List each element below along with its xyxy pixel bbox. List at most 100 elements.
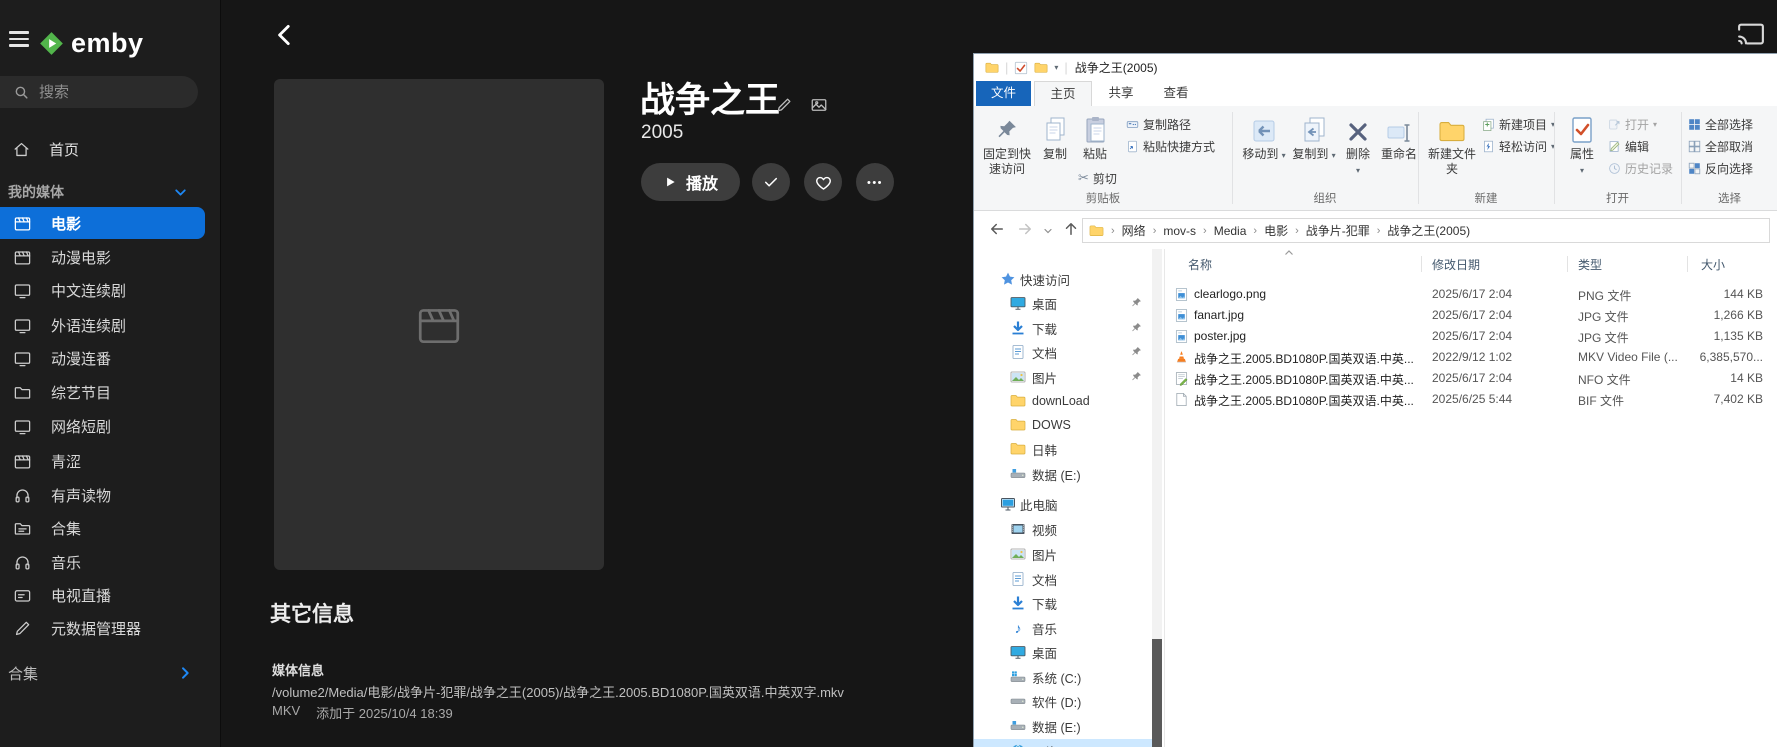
tab-file[interactable]: 文件: [976, 81, 1031, 106]
nav-documents[interactable]: 文档: [974, 340, 1162, 364]
copy-to-button[interactable]: 复制到 ▾: [1290, 110, 1338, 190]
file-row-fanart[interactable]: fanart.jpg 2025/6/17 2:04 JPG 文件 1,266 K…: [1164, 305, 1774, 326]
breadcrumb-item[interactable]: 战争之王(2005): [1387, 222, 1470, 239]
column-divider[interactable]: [1687, 256, 1688, 272]
back-nav-icon[interactable]: [988, 220, 1006, 238]
easy-access-button[interactable]: 轻松访问 ▾: [1482, 136, 1555, 156]
nav-dows-folder[interactable]: DOWS: [974, 413, 1162, 437]
mark-played-button[interactable]: [752, 163, 790, 201]
column-divider[interactable]: [1421, 256, 1422, 272]
recent-locations-caret[interactable]: [1042, 225, 1054, 237]
cut-button[interactable]: ✂ 剪切: [1078, 168, 1117, 188]
edit-metadata-button[interactable]: [775, 96, 795, 116]
sidebar-item-collections[interactable]: 合集: [0, 512, 205, 544]
sidebar-item-foreign-series[interactable]: 外语连续剧: [0, 309, 205, 341]
file-row-nfo[interactable]: 战争之王.2005.BD1080P.国英双语.中英... 2025/6/17 2…: [1164, 368, 1774, 389]
column-header-date[interactable]: 修改日期: [1432, 256, 1480, 273]
new-folder-button[interactable]: 新建文件夹: [1426, 110, 1478, 190]
paste-shortcut-button[interactable]: 粘贴快捷方式: [1126, 136, 1215, 156]
nav-videos[interactable]: 视频: [974, 517, 1162, 541]
nav-system-drive[interactable]: 系统 (C:): [974, 665, 1162, 689]
forward-nav-icon[interactable]: [1016, 220, 1034, 238]
move-to-button[interactable]: 移动到 ▾: [1240, 110, 1288, 190]
nav-data-drive[interactable]: 数据 (E:): [974, 714, 1162, 738]
nav-this-pc[interactable]: 此电脑: [974, 492, 1162, 516]
rename-button[interactable]: 重命名: [1376, 110, 1422, 190]
column-header-type[interactable]: 类型: [1578, 256, 1602, 273]
tab-view[interactable]: 查看: [1150, 81, 1202, 106]
select-all-button[interactable]: 全部选择: [1688, 114, 1753, 134]
column-divider[interactable]: [1567, 256, 1568, 272]
nav-desktop-pc[interactable]: 桌面: [974, 640, 1162, 664]
sidebar-item-live-tv[interactable]: 电视直播: [0, 579, 205, 611]
file-row-bif[interactable]: 战争之王.2005.BD1080P.国英双语.中英... 2025/6/25 5…: [1164, 389, 1774, 410]
breadcrumb-item[interactable]: mov-s: [1163, 224, 1196, 238]
copy-button[interactable]: 复制: [1036, 110, 1074, 190]
breadcrumb-item[interactable]: 电影: [1264, 222, 1288, 239]
nav-downloads[interactable]: 下载: [974, 316, 1162, 340]
nav-music[interactable]: ♪ 音乐: [974, 616, 1162, 640]
edit-images-button[interactable]: [810, 96, 830, 116]
nav-documents-pc[interactable]: 文档: [974, 567, 1162, 591]
new-item-button[interactable]: 新建项目 ▾: [1482, 114, 1555, 134]
nav-download-folder[interactable]: downLoad: [974, 389, 1162, 413]
sidebar-item-anime-series[interactable]: 动漫连番: [0, 342, 205, 374]
sidebar-item-chinese-series[interactable]: 中文连续剧: [0, 274, 205, 306]
favorite-button[interactable]: [804, 163, 842, 201]
sidebar-item-music[interactable]: 音乐: [0, 546, 205, 578]
sidebar-item-home[interactable]: 首页: [0, 133, 221, 165]
tab-share[interactable]: 共享: [1095, 81, 1147, 106]
sidebar-item-metadata-manager[interactable]: 元数据管理器: [0, 612, 205, 644]
open-button[interactable]: 打开 ▾: [1608, 114, 1657, 134]
edit-button[interactable]: 编辑: [1608, 136, 1649, 156]
my-media-header[interactable]: 我的媒体: [0, 178, 221, 206]
sidebar-item-web-shorts[interactable]: 网络短剧: [0, 410, 205, 442]
nav-rihan-folder[interactable]: 日韩: [974, 437, 1162, 461]
properties-toolbar-icon[interactable]: [1014, 61, 1028, 75]
tab-home[interactable]: 主页: [1034, 81, 1092, 106]
copy-path-button[interactable]: 复制路径: [1126, 114, 1191, 134]
search-box[interactable]: [0, 76, 198, 108]
nav-software-drive[interactable]: 软件 (D:): [974, 689, 1162, 713]
more-button[interactable]: •••: [856, 163, 894, 201]
address-field[interactable]: › 网络 › mov-s › Media › 电影 › 战争片-犯罪 › 战争之…: [1082, 218, 1770, 243]
column-header-name[interactable]: 名称: [1188, 256, 1212, 273]
poster-placeholder[interactable]: [274, 79, 604, 570]
menu-icon[interactable]: [9, 31, 29, 49]
nav-data-drive-qa[interactable]: 数据 (E:): [974, 462, 1162, 486]
file-row-clearlogo[interactable]: clearlogo.png 2025/6/17 2:04 PNG 文件 144 …: [1164, 284, 1774, 305]
window-folder-icon[interactable]: [985, 61, 999, 75]
search-input[interactable]: [39, 83, 169, 101]
nav-pictures-pc[interactable]: 图片: [974, 542, 1162, 566]
breadcrumb-item[interactable]: 网络: [1122, 222, 1146, 239]
column-header-size[interactable]: 大小: [1701, 256, 1725, 273]
sidebar-item-anime-movies[interactable]: 动漫电影: [0, 241, 205, 273]
sidebar-item-qingse[interactable]: 青涩: [0, 445, 205, 477]
emby-logo[interactable]: emby: [38, 28, 144, 59]
up-nav-icon[interactable]: [1062, 220, 1080, 238]
nav-desktop[interactable]: 桌面: [974, 291, 1162, 315]
invert-selection-button[interactable]: 反向选择: [1688, 158, 1753, 178]
customize-toolbar-caret[interactable]: ▾: [1054, 63, 1058, 72]
properties-button[interactable]: 属性 ▾: [1562, 110, 1602, 190]
play-button[interactable]: 播放: [641, 163, 740, 201]
back-button[interactable]: [272, 22, 302, 52]
select-none-button[interactable]: 全部取消: [1688, 136, 1753, 156]
sidebar-item-variety[interactable]: 综艺节目: [0, 376, 205, 408]
sidebar-item-audiobooks[interactable]: 有声读物: [0, 479, 205, 511]
file-row-poster[interactable]: poster.jpg 2025/6/17 2:04 JPG 文件 1,135 K…: [1164, 326, 1774, 347]
history-button[interactable]: 历史记录: [1608, 158, 1673, 178]
delete-button[interactable]: 删除 ▾: [1338, 110, 1378, 190]
nav-quick-access[interactable]: 快速访问: [974, 267, 1162, 291]
new-folder-toolbar-icon[interactable]: [1034, 61, 1048, 75]
nav-pictures[interactable]: 图片: [974, 365, 1162, 389]
nav-scrollbar-thumb[interactable]: [1152, 639, 1162, 747]
breadcrumb-item[interactable]: Media: [1214, 224, 1247, 238]
nav-downloads-pc[interactable]: 下载: [974, 591, 1162, 615]
cast-button[interactable]: [1736, 21, 1766, 47]
nav-network[interactable]: 网络: [974, 739, 1162, 747]
breadcrumb-item[interactable]: 战争片-犯罪: [1306, 222, 1370, 239]
file-row-mkv[interactable]: 战争之王.2005.BD1080P.国英双语.中英... 2022/9/12 1…: [1164, 347, 1774, 368]
pin-to-quick-access-button[interactable]: 固定到快速访问: [980, 110, 1034, 190]
sidebar-item-movies[interactable]: 电影: [0, 207, 205, 239]
